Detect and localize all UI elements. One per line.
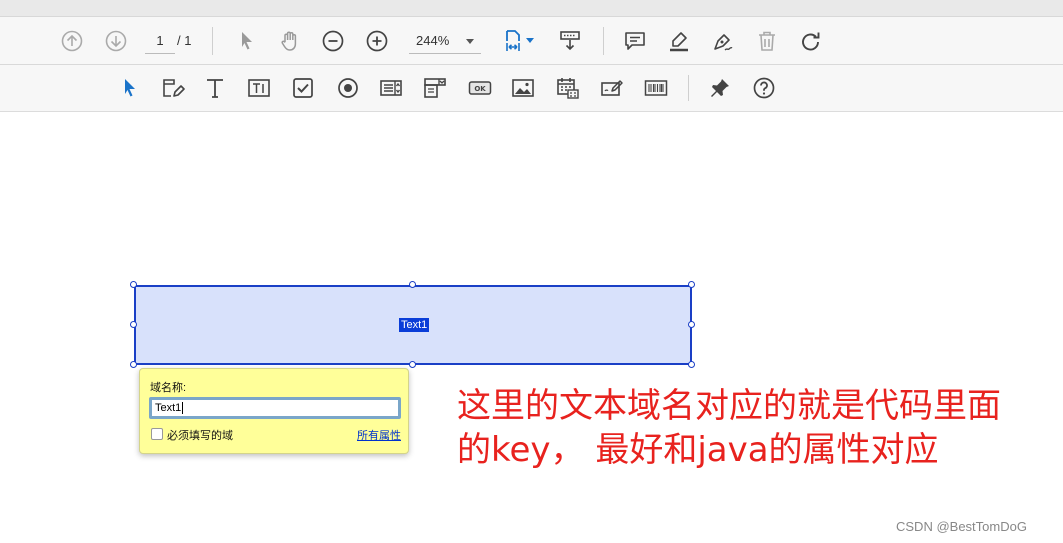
svg-text:OK: OK xyxy=(474,85,486,93)
resize-handle-left[interactable] xyxy=(130,321,137,328)
text-caret xyxy=(182,402,184,415)
toolbar-separator xyxy=(212,27,213,55)
all-properties-link[interactable]: 所有属性 xyxy=(357,427,401,443)
resize-handle-top[interactable] xyxy=(409,281,416,288)
select-tool-icon[interactable] xyxy=(232,27,260,55)
resize-handle-bottom[interactable] xyxy=(409,361,416,368)
chevron-down-icon[interactable] xyxy=(466,39,474,44)
field-name-popup: 域名称: Text1 必须填写的域 所有属性 xyxy=(139,368,409,454)
highlight-icon[interactable] xyxy=(665,27,693,55)
next-page-icon[interactable] xyxy=(102,27,130,55)
annotation-text: 这里的文本域名对应的就是代码里面 的key， 最好和java的属性对应 xyxy=(457,384,1057,472)
watermark: CSDN @BestTomDoG xyxy=(896,519,1027,534)
toolbar-separator xyxy=(603,27,604,55)
field-name-tag: Text1 xyxy=(399,318,430,332)
window-top-strip xyxy=(0,0,1063,17)
required-checkbox-label: 必须填写的域 xyxy=(167,430,233,442)
fit-dropdown-icon[interactable] xyxy=(523,32,537,48)
zoom-in-icon[interactable] xyxy=(363,27,391,55)
prev-page-icon[interactable] xyxy=(58,27,86,55)
form-select-tool-icon[interactable] xyxy=(115,74,143,102)
toolbar-separator xyxy=(688,75,689,101)
comment-icon[interactable] xyxy=(621,27,649,55)
resize-handle-bottom-right[interactable] xyxy=(688,361,695,368)
barcode-icon[interactable] xyxy=(642,74,670,102)
page-number-input[interactable]: 1 xyxy=(145,30,175,54)
checkbox-icon[interactable] xyxy=(289,74,317,102)
help-icon[interactable] xyxy=(750,74,778,102)
field-name-value: Text1 xyxy=(155,402,182,414)
annotation-line-2: 的key， 最好和java的属性对应 xyxy=(457,430,939,470)
resize-handle-bottom-left[interactable] xyxy=(130,361,137,368)
button-field-icon[interactable]: OK xyxy=(466,74,494,102)
pin-icon[interactable] xyxy=(706,74,734,102)
annotation-line-1: 这里的文本域名对应的就是代码里面 xyxy=(457,386,1001,426)
edit-form-icon[interactable] xyxy=(159,74,187,102)
scroll-mode-icon[interactable] xyxy=(556,27,584,55)
dropdown-field-icon[interactable] xyxy=(421,74,449,102)
trash-icon[interactable] xyxy=(753,27,781,55)
required-checkbox[interactable] xyxy=(151,428,163,440)
resize-handle-top-right[interactable] xyxy=(688,281,695,288)
text-field-icon[interactable] xyxy=(245,74,273,102)
page-total: / 1 xyxy=(177,33,192,48)
rotate-icon[interactable] xyxy=(797,27,825,55)
list-box-icon[interactable] xyxy=(377,74,405,102)
zoom-out-icon[interactable] xyxy=(319,27,347,55)
radio-button-icon[interactable] xyxy=(334,74,362,102)
resize-handle-right[interactable] xyxy=(688,321,695,328)
signature-field-icon[interactable] xyxy=(598,74,626,102)
text-tool-icon[interactable] xyxy=(201,74,229,102)
field-name-input[interactable]: Text1 xyxy=(149,397,401,419)
sign-icon[interactable] xyxy=(709,27,737,55)
hand-tool-icon[interactable] xyxy=(276,27,304,55)
resize-handle-top-left[interactable] xyxy=(130,281,137,288)
image-field-icon[interactable] xyxy=(509,74,537,102)
date-field-icon[interactable] xyxy=(554,74,582,102)
field-name-label: 域名称: xyxy=(150,382,187,394)
